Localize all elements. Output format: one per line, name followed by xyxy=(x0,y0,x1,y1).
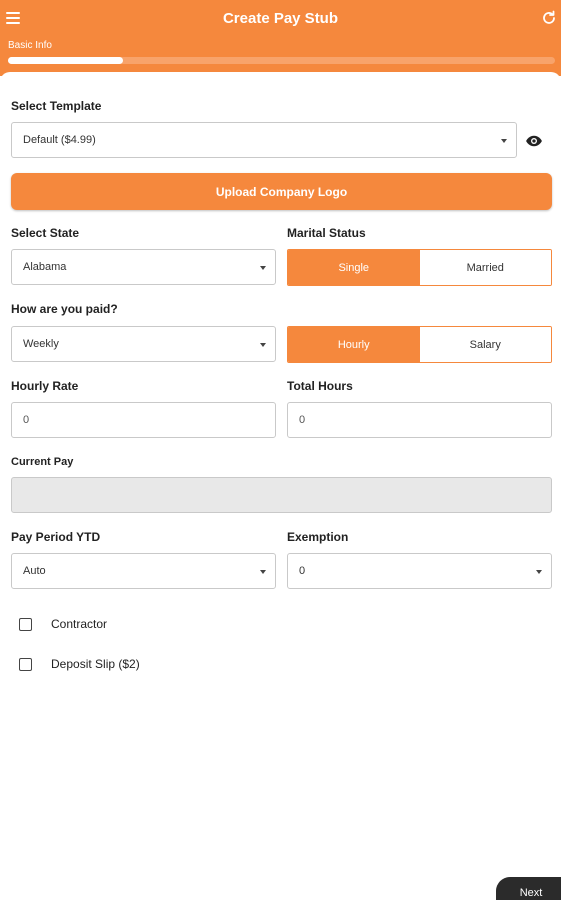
total-hours-placeholder: 0 xyxy=(299,414,306,426)
chevron-down-icon xyxy=(260,266,266,270)
current-pay-label: Current Pay xyxy=(11,456,74,468)
exemption-select[interactable]: 0 xyxy=(287,553,552,589)
chevron-down-icon xyxy=(501,139,507,143)
state-select[interactable]: Alabama xyxy=(11,249,276,285)
marital-option-married[interactable]: Married xyxy=(419,250,551,285)
total-hours-label: Total Hours xyxy=(287,379,353,393)
exemption-label: Exemption xyxy=(287,530,349,544)
chevron-down-icon xyxy=(536,570,542,574)
pay-period-ytd-value: Auto xyxy=(23,565,46,577)
contractor-checkbox-row[interactable]: Contractor xyxy=(19,616,107,632)
progress-bar xyxy=(8,57,555,64)
pay-frequency-label: How are you paid? xyxy=(11,302,118,316)
refresh-icon[interactable] xyxy=(541,10,557,26)
eye-icon[interactable] xyxy=(525,132,543,150)
hourly-rate-input[interactable]: 0 xyxy=(11,402,276,438)
total-hours-input[interactable]: 0 xyxy=(287,402,552,438)
deposit-slip-checkbox[interactable] xyxy=(19,657,32,671)
pay-period-ytd-label: Pay Period YTD xyxy=(11,530,101,544)
template-value: Default ($4.99) xyxy=(23,134,96,146)
hourly-rate-label: Hourly Rate xyxy=(11,379,79,393)
step-label: Basic Info xyxy=(8,40,52,51)
pay-type-segment: Hourly Salary xyxy=(287,326,552,363)
marital-segment: Single Married xyxy=(287,249,552,286)
deposit-slip-label: Deposit Slip ($2) xyxy=(51,657,140,671)
contractor-label: Contractor xyxy=(51,617,108,631)
pay-type-option-salary[interactable]: Salary xyxy=(419,327,551,362)
contractor-checkbox[interactable] xyxy=(19,617,32,631)
chevron-down-icon xyxy=(260,343,266,347)
pay-frequency-select[interactable]: Weekly xyxy=(11,326,276,362)
pay-period-ytd-select[interactable]: Auto xyxy=(11,553,276,589)
exemption-value: 0 xyxy=(299,565,306,577)
state-value: Alabama xyxy=(23,261,67,273)
template-select[interactable]: Default ($4.99) xyxy=(11,122,517,158)
current-pay-field xyxy=(11,477,552,513)
hourly-rate-placeholder: 0 xyxy=(23,414,30,426)
marital-label: Marital Status xyxy=(287,226,366,240)
chevron-down-icon xyxy=(260,570,266,574)
app-header: Create Pay Stub Basic Info xyxy=(0,0,561,76)
upload-logo-button[interactable]: Upload Company Logo xyxy=(11,173,552,210)
next-button[interactable]: Next xyxy=(496,877,561,900)
progress-fill xyxy=(8,57,123,64)
template-label: Select Template xyxy=(11,99,102,113)
pay-frequency-value: Weekly xyxy=(23,338,59,350)
page-title: Create Pay Stub xyxy=(222,10,339,27)
pay-type-option-hourly[interactable]: Hourly xyxy=(288,327,420,362)
deposit-slip-checkbox-row[interactable]: Deposit Slip ($2) xyxy=(19,656,140,672)
marital-option-single[interactable]: Single xyxy=(288,250,420,285)
state-label: Select State xyxy=(11,226,80,240)
